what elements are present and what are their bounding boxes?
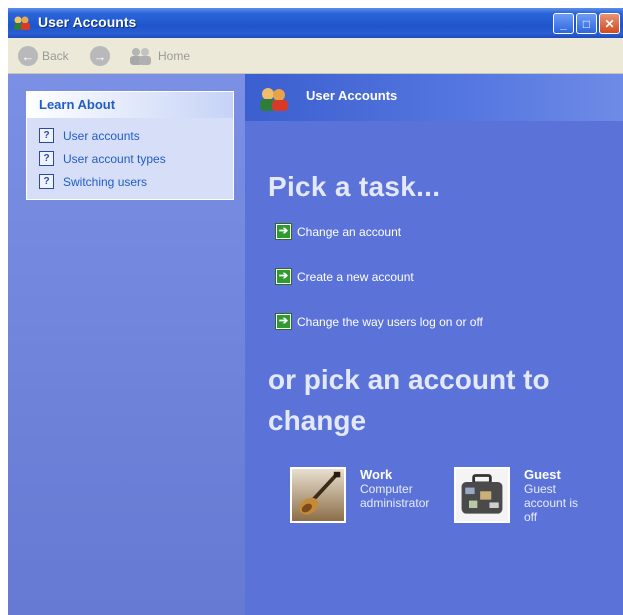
green-arrow-icon: ➔ [275,268,292,285]
main-header-title: User Accounts [306,88,398,103]
maximize-icon: □ [582,16,591,31]
title-bar[interactable]: User Accounts _ □ ✕ [8,8,623,38]
help-question-icon: ? [39,151,54,166]
minimize-button[interactable]: _ [553,13,574,34]
home-users-icon [130,48,151,65]
learn-item-label: User account types [63,151,166,166]
learn-item-label: Switching users [63,174,148,189]
task-change-logon[interactable]: ➔ Change the way users log on or off [275,313,483,330]
task-create-account[interactable]: ➔ Create a new account [275,268,414,285]
close-icon: ✕ [604,16,615,31]
learn-about-list: ? User accounts ? User account types ? S… [27,118,233,199]
green-arrow-icon: ➔ [275,313,292,330]
learn-item-user-accounts[interactable]: ? User accounts [39,124,233,147]
user-accounts-window: User Accounts _ □ ✕ ← Back → Home Learn … [8,8,623,615]
user-accounts-header-icon [260,88,288,111]
back-label: Back [42,49,69,63]
home-button[interactable]: Home [128,46,190,66]
green-arrow-icon: ➔ [275,223,292,240]
minimize-icon: _ [560,16,567,31]
learn-about-header: Learn About [27,92,233,118]
pick-task-heading: Pick a task... [268,171,441,202]
task-change-account[interactable]: ➔ Change an account [275,223,401,240]
learn-about-panel: Learn About ? User accounts ? User accou… [26,91,234,200]
window-title: User Accounts [38,14,137,30]
toolbar: ← Back → Home [8,38,623,74]
user-accounts-icon [14,16,30,30]
forward-arrow-icon: → [90,46,110,66]
guitar-picture-icon [290,467,346,523]
close-button[interactable]: ✕ [599,13,620,34]
task-label: Create a new account [297,269,414,284]
account-name: Work [360,467,393,482]
account-info: Work Computer administrator [360,467,440,510]
account-guest[interactable]: Guest Guest account is off [454,467,586,524]
account-work[interactable]: Work Computer administrator [290,467,440,523]
left-pane: Learn About ? User accounts ? User accou… [8,74,245,615]
main-header: User Accounts [245,74,623,121]
account-type: Computer administrator [360,482,430,510]
account-status: Guest account is off [524,482,579,524]
help-question-icon: ? [39,128,54,143]
main-pane: User Accounts Pick a task... ➔ Change an… [245,74,623,615]
maximize-button[interactable]: □ [576,13,597,34]
learn-item-label: User accounts [63,128,140,143]
task-label: Change an account [297,224,402,239]
forward-button[interactable]: → [90,46,110,66]
account-info: Guest Guest account is off [524,467,586,524]
pick-account-heading: or pick an account to change [268,364,550,436]
back-button[interactable]: ← Back [18,46,69,66]
task-label: Change the way users log on or off [297,314,483,329]
help-question-icon: ? [39,174,54,189]
learn-item-switching-users[interactable]: ? Switching users [39,170,233,193]
home-label: Home [158,49,191,63]
account-name: Guest [524,467,561,482]
learn-item-user-account-types[interactable]: ? User account types [39,147,233,170]
suitcase-picture-icon [454,467,510,523]
back-arrow-icon: ← [18,46,38,66]
